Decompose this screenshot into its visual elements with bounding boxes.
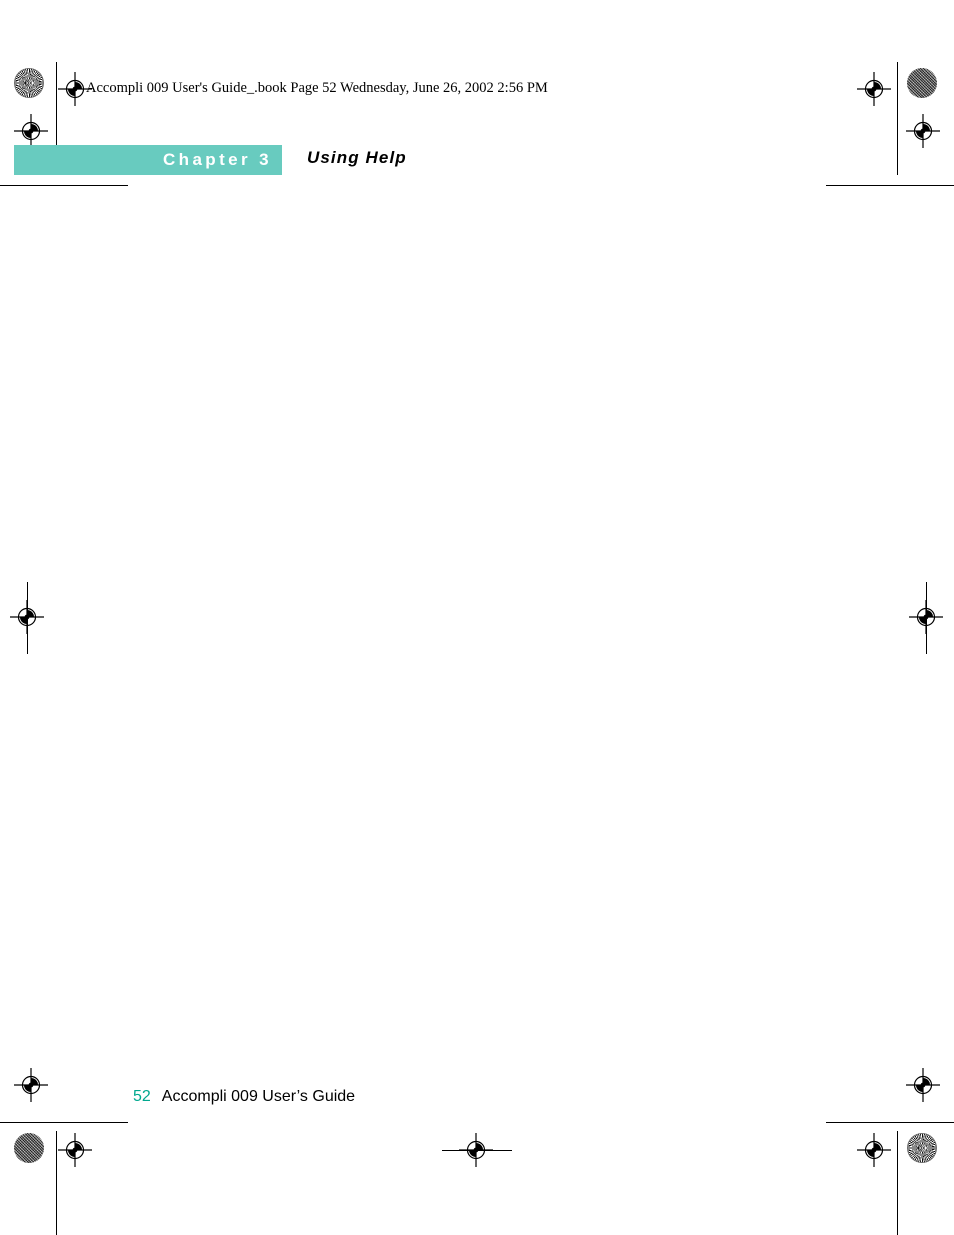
trim-rule-right-vertical-top — [897, 62, 898, 175]
halftone-density-dot-bottom-right — [907, 1133, 937, 1163]
trim-rule-bottom-center-horizontal — [442, 1150, 512, 1151]
page-title: Using Help — [307, 148, 407, 167]
registration-target-top-left-outer — [14, 114, 48, 148]
registration-target-bottom-right-outer — [906, 1068, 940, 1102]
registration-target-bottom-right-inner — [857, 1133, 891, 1167]
trim-rule-top-horizontal-left — [0, 185, 128, 186]
registration-target-bottom-left-inner — [58, 1133, 92, 1167]
trim-rule-right-vertical-bottom — [897, 1131, 898, 1235]
trim-rule-left-vertical-bottom — [56, 1131, 57, 1235]
footer-page-number: 52 — [133, 1088, 151, 1105]
halftone-density-dot-top-left — [14, 68, 44, 98]
document-info-header: Accompli 009 User's Guide_.book Page 52 … — [86, 80, 548, 96]
document-page: Accompli 009 User's Guide_.book Page 52 … — [0, 0, 954, 1235]
solid-density-dot-top-right — [907, 68, 937, 98]
solid-density-dot-bottom-left — [14, 1133, 44, 1163]
trim-rule-bottom-horizontal-right — [826, 1122, 954, 1123]
registration-target-left-middle — [10, 600, 44, 634]
page-body-content — [133, 200, 833, 1060]
page-footer: 52 Accompli 009 User’s Guide — [133, 1088, 355, 1106]
trim-rule-bottom-horizontal-left — [0, 1122, 128, 1123]
registration-target-top-right-outer — [906, 114, 940, 148]
chapter-number-label: Chapter 3 — [162, 150, 272, 169]
chapter-banner: Chapter 3 — [14, 145, 282, 175]
registration-target-bottom-left-outer — [14, 1068, 48, 1102]
footer-document-title: Accompli 009 User’s Guide — [161, 1088, 356, 1105]
trim-rule-top-horizontal-right — [826, 185, 954, 186]
registration-target-top-right-inner — [857, 72, 891, 106]
registration-target-right-middle — [909, 600, 943, 634]
